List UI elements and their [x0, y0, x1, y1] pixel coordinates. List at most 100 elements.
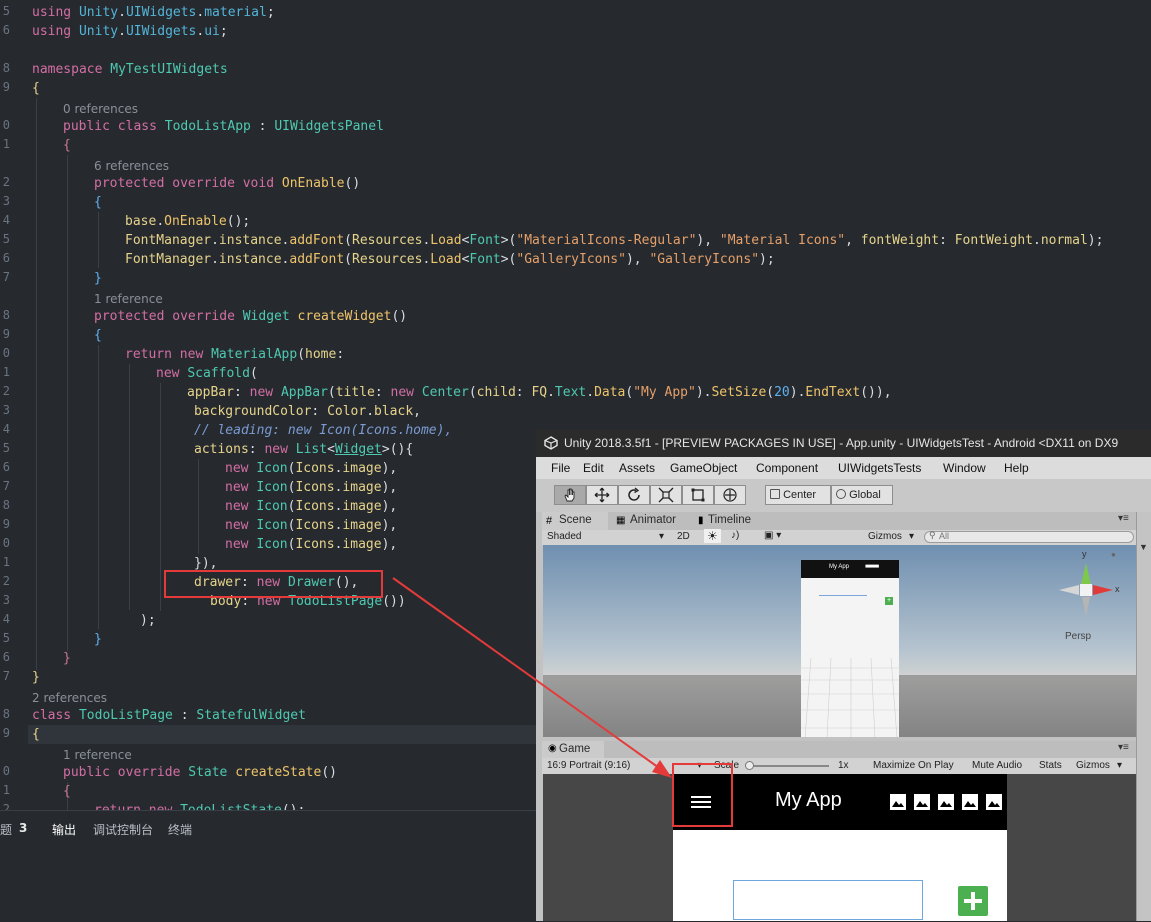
codelens-references-link[interactable]: 6 references: [94, 159, 169, 173]
scale-slider[interactable]: [745, 761, 829, 770]
code-line[interactable]: new Scaffold(: [156, 364, 258, 383]
code-line[interactable]: public class TodoListApp : UIWidgetsPane…: [63, 117, 384, 136]
lock-icon[interactable]: ●: [1111, 550, 1116, 559]
move-tool-button[interactable]: [586, 485, 618, 505]
mini-actions-icons: ■■■■■: [865, 564, 879, 570]
unity-title-bar[interactable]: Unity 2018.3.5f1 - [PREVIEW PACKAGES IN …: [536, 430, 1151, 457]
code-line[interactable]: appBar: new AppBar(title: new Center(chi…: [187, 383, 892, 402]
tab-scene[interactable]: # Scene: [542, 512, 608, 530]
image-icon[interactable]: [985, 793, 1003, 811]
code-line[interactable]: new Icon(Icons.image),: [225, 516, 397, 535]
code-line[interactable]: namespace MyTestUIWidgets: [32, 60, 228, 79]
shading-mode-dropdown[interactable]: Shaded: [547, 531, 581, 542]
rotate-tool-button[interactable]: [618, 485, 650, 505]
code-line[interactable]: // leading: new Icon(Icons.home),: [194, 421, 452, 440]
dropdown-arrow-icon: ▾: [1117, 760, 1123, 771]
scale-slider-thumb[interactable]: [745, 761, 754, 770]
lighting-toggle-icon[interactable]: ☀: [704, 529, 721, 543]
projection-persp-label[interactable]: Persp: [1065, 631, 1091, 642]
image-icon[interactable]: [961, 793, 979, 811]
tab-game[interactable]: ◉ Game: [542, 741, 604, 758]
code-line[interactable]: new Icon(Icons.image),: [225, 497, 397, 516]
tab-animator[interactable]: ▦ Animator: [608, 512, 694, 530]
code-line[interactable]: }: [94, 269, 102, 288]
menu-uiwidgetstests[interactable]: UIWidgetsTests: [838, 461, 921, 475]
code-line[interactable]: using Unity.UIWidgets.material;: [32, 3, 275, 22]
game-viewport[interactable]: My App: [543, 774, 1136, 921]
code-line[interactable]: {: [63, 136, 71, 155]
code-line[interactable]: }: [94, 630, 102, 649]
code-line[interactable]: protected override void OnEnable(): [94, 174, 360, 193]
image-icon[interactable]: [937, 793, 955, 811]
maximize-on-play-toggle[interactable]: Maximize On Play: [873, 760, 954, 771]
code-line[interactable]: }: [32, 668, 40, 687]
image-icon[interactable]: [913, 793, 931, 811]
hand-tool-button[interactable]: [554, 485, 586, 505]
add-todo-button[interactable]: [958, 886, 988, 916]
audio-toggle-icon[interactable]: ♪): [731, 530, 739, 541]
scene-viewport[interactable]: My App ■■■■■ + y x ● Persp: [543, 545, 1136, 737]
pivot-global-label: Global: [849, 489, 881, 501]
tab-timeline[interactable]: ▮ Timeline: [694, 512, 774, 530]
code-line[interactable]: FontManager.instance.addFont(Resources.L…: [125, 231, 1103, 250]
panel-menu-icon[interactable]: ▾≡: [1118, 742, 1129, 753]
game-gizmos-dropdown[interactable]: Gizmos: [1076, 760, 1110, 771]
tab-timeline-label: Timeline: [708, 514, 752, 526]
orientation-gizmo[interactable]: y x ● Persp: [1051, 549, 1121, 645]
code-line[interactable]: {: [63, 782, 71, 801]
code-line[interactable]: public override State createState(): [63, 763, 337, 782]
menu-gameobject[interactable]: GameObject: [670, 461, 737, 475]
code-line[interactable]: class TodoListPage : StatefulWidget: [32, 706, 306, 725]
pivot-global-button[interactable]: Global: [831, 485, 893, 505]
tab-terminal[interactable]: 终端: [168, 821, 192, 838]
scene-ui-panel-object[interactable]: My App ■■■■■ +: [801, 560, 899, 737]
codelens-references-link[interactable]: 1 reference: [94, 292, 163, 306]
code-line[interactable]: new Icon(Icons.image),: [225, 478, 397, 497]
indent-guide: [129, 364, 130, 610]
image-icon[interactable]: [889, 793, 907, 811]
menu-assets[interactable]: Assets: [619, 461, 655, 475]
code-line[interactable]: protected override Widget createWidget(): [94, 307, 407, 326]
pivot-center-button[interactable]: Center: [765, 485, 831, 505]
code-line[interactable]: {: [94, 326, 102, 345]
todo-text-field[interactable]: [733, 880, 923, 920]
code-line[interactable]: FontManager.instance.addFont(Resources.L…: [125, 250, 775, 269]
move-arrows-icon: [594, 487, 610, 503]
menu-help[interactable]: Help: [1004, 461, 1029, 475]
tab-debug-console[interactable]: 调试控制台: [93, 821, 153, 838]
code-line[interactable]: actions: new List<Widget>(){: [194, 440, 413, 459]
code-line[interactable]: using Unity.UIWidgets.ui;: [32, 22, 228, 41]
codelens-references-link[interactable]: 1 reference: [63, 748, 132, 762]
code-line[interactable]: new Icon(Icons.image),: [225, 535, 397, 554]
menu-component[interactable]: Component: [756, 461, 818, 475]
toggle-2d-button[interactable]: 2D: [677, 531, 690, 542]
aspect-ratio-dropdown[interactable]: 16:9 Portrait (9:16): [547, 760, 651, 771]
scene-search-input[interactable]: ⚲ All: [924, 530, 1134, 543]
codelens-references-link[interactable]: 0 references: [63, 102, 138, 116]
code-line[interactable]: new Icon(Icons.image),: [225, 459, 397, 478]
collapse-arrow-icon[interactable]: ▼: [1139, 542, 1148, 552]
tab-output[interactable]: 输出: [52, 821, 76, 838]
code-line[interactable]: {: [94, 193, 102, 212]
code-line[interactable]: return new MaterialApp(home:: [125, 345, 344, 364]
code-line[interactable]: {: [32, 79, 40, 98]
code-line[interactable]: backgroundColor: Color.black,: [194, 402, 421, 421]
problems-tab-label[interactable]: 题: [0, 821, 12, 838]
codelens-references-link[interactable]: 2 references: [32, 691, 107, 705]
stats-toggle[interactable]: Stats: [1039, 760, 1062, 771]
transform-tool-button[interactable]: [714, 485, 746, 505]
menu-window[interactable]: Window: [943, 461, 986, 475]
scale-tool-button[interactable]: [650, 485, 682, 505]
code-line[interactable]: }: [63, 649, 71, 668]
effects-dropdown-icon[interactable]: ▣ ▾: [764, 530, 781, 541]
mute-audio-toggle[interactable]: Mute Audio: [972, 760, 1022, 771]
panel-menu-icon[interactable]: ▾≡: [1118, 513, 1129, 524]
menu-edit[interactable]: Edit: [583, 461, 604, 475]
menu-file[interactable]: File: [551, 461, 570, 475]
rect-tool-button[interactable]: [682, 485, 714, 505]
code-line[interactable]: base.OnEnable();: [125, 212, 250, 231]
code-line[interactable]: {: [32, 725, 40, 744]
code-line[interactable]: );: [140, 611, 156, 630]
gizmos-dropdown[interactable]: Gizmos: [868, 531, 902, 542]
code-line[interactable]: return new TodoListState();: [94, 801, 305, 810]
